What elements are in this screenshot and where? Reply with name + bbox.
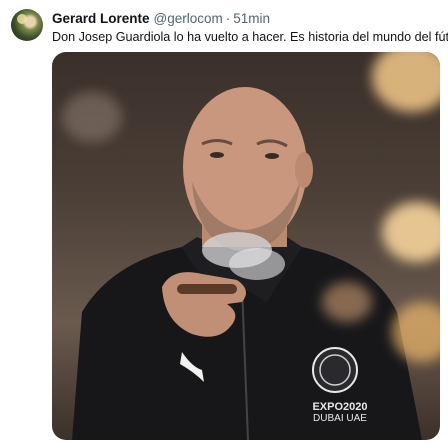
author-handle[interactable]: @gerlocom	[154, 11, 223, 26]
bokeh-light	[322, 282, 372, 322]
timestamp[interactable]: 51min	[233, 11, 270, 26]
separator-dot: ·	[225, 10, 231, 26]
jacket-sponsor-line1: EXPO2020	[312, 401, 368, 413]
bokeh-light	[62, 92, 122, 142]
jacket-sponsor-text: EXPO2020 DUBAI UAE	[310, 401, 370, 425]
author-name[interactable]: Gerard Lorente	[52, 11, 150, 26]
tweet-media-photo[interactable]: EXPO2020 DUBAI UAE	[52, 52, 440, 440]
tweet-card[interactable]: Gerard Lorente @gerlocom · 51min Don Jos…	[0, 0, 448, 445]
jacket-sponsor-line2: DUBAI UAE	[313, 413, 367, 424]
tweet-header: Gerard Lorente @gerlocom · 51min	[52, 8, 270, 28]
author-avatar[interactable]	[11, 9, 43, 41]
tweet-text: Don Josep Guardiola lo ha vuelto a hacer…	[52, 30, 448, 44]
